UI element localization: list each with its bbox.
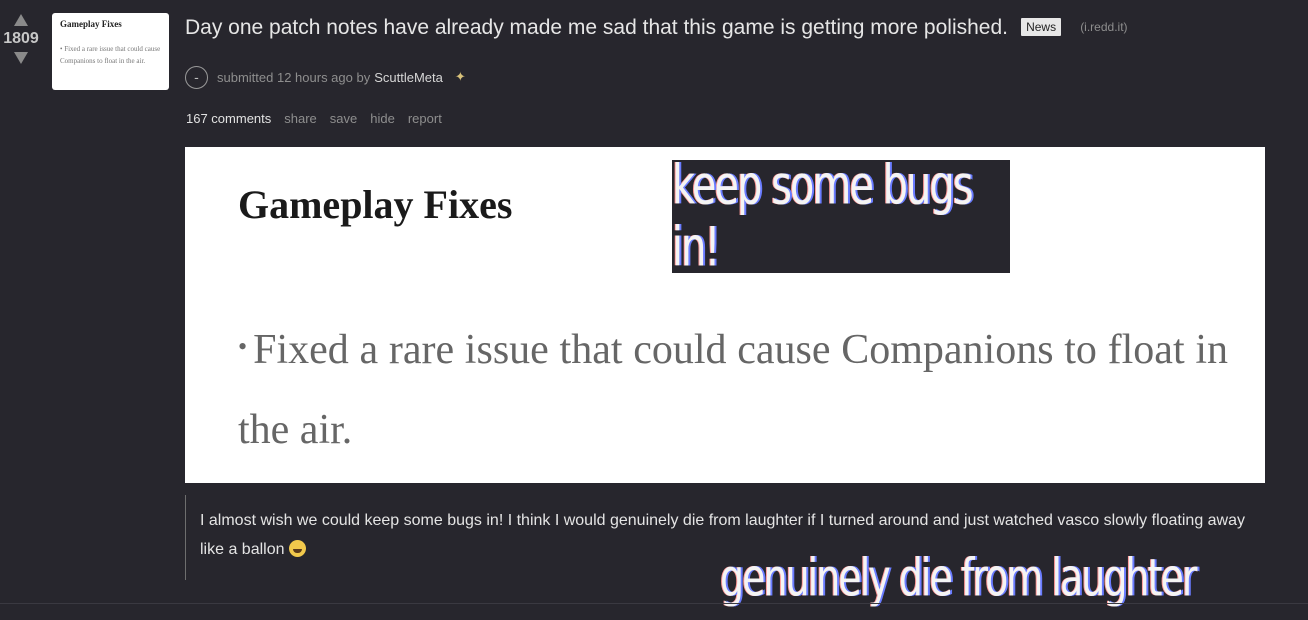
save-link[interactable]: save: [330, 111, 357, 126]
reddit-post-page: 1809 Gameplay Fixes • Fixed a rare issue…: [0, 0, 1308, 620]
vote-column: 1809: [0, 14, 42, 64]
image-title: Gameplay Fixes: [238, 182, 513, 227]
submitted-text: submitted 12 hours ago by: [217, 69, 371, 85]
report-link[interactable]: report: [408, 111, 442, 126]
hide-link[interactable]: hide: [370, 111, 395, 126]
post-title[interactable]: Day one patch notes have already made me…: [185, 16, 1008, 39]
bullet: •: [238, 332, 248, 361]
post-flair[interactable]: News: [1021, 18, 1062, 36]
thumbnail-title: Gameplay Fixes: [60, 19, 122, 29]
image-body: • Fixed a rare issue that could cause Com…: [238, 307, 1228, 470]
comments-link[interactable]: 167 comments: [186, 111, 271, 126]
expando-symbol: -: [194, 69, 199, 85]
caption-top-box: keep some bugs in!: [672, 154, 1010, 279]
thumbnail-body: • Fixed a rare issue that could cause Co…: [60, 45, 161, 65]
post-score: 1809: [3, 30, 39, 47]
upvote-arrow-icon[interactable]: [14, 14, 28, 26]
author-link[interactable]: ScuttleMeta: [374, 70, 443, 85]
post-domain[interactable]: (i.redd.it): [1080, 20, 1127, 34]
laughing-tears-emoji-icon: [288, 540, 306, 557]
post-tagline: - submitted 12 hours ago by ScuttleMeta …: [185, 65, 466, 89]
user-award-icon: ✦: [454, 69, 466, 84]
expando-collapse-button[interactable]: -: [185, 65, 208, 89]
post-buttons: 167 comments share save hide report: [186, 111, 455, 126]
caption-bottom: genuinely die from laughter: [720, 548, 1197, 608]
post-title-line: Day one patch notes have already made me…: [185, 16, 1285, 40]
post-thumbnail[interactable]: Gameplay Fixes • Fixed a rare issue that…: [52, 13, 169, 90]
caption-top: keep some bugs in!: [672, 154, 974, 279]
image-body-text: Fixed a rare issue that could cause Comp…: [238, 327, 1228, 453]
share-link[interactable]: share: [284, 111, 317, 126]
divider: [0, 603, 1308, 604]
downvote-arrow-icon[interactable]: [14, 52, 28, 64]
